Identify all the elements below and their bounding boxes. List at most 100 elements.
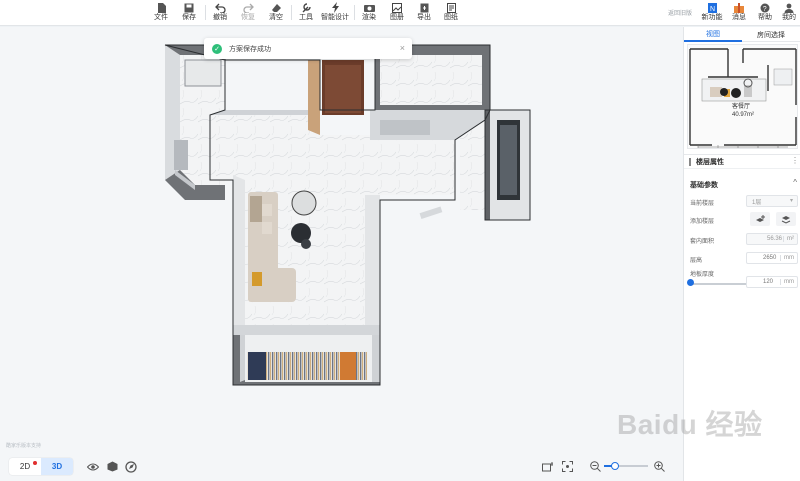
new-features-label: 新功能 (701, 14, 723, 21)
floor-height-input[interactable]: 2650 mm (746, 252, 798, 264)
smart-design-label: 智能设计 (321, 14, 349, 21)
export-icon (418, 2, 430, 13)
cube-icon[interactable] (106, 460, 119, 473)
tools-button[interactable]: 工具 (291, 2, 321, 24)
current-floor-select[interactable]: 1层 ▾ (746, 195, 798, 207)
help-icon: ? (759, 2, 771, 13)
zoom-in-icon[interactable] (653, 460, 666, 473)
my-account-button[interactable]: 我的 (774, 2, 800, 24)
zoom-slider-thumb[interactable] (611, 462, 619, 470)
add-floor-down-icon (781, 215, 790, 224)
tab-room-select[interactable]: 房间选择 (742, 27, 800, 42)
slab-thickness-value: 120 (763, 279, 774, 285)
tools-label: 工具 (299, 14, 313, 21)
zoom-out-icon[interactable] (589, 460, 602, 473)
redo-button[interactable]: 恢复 (233, 2, 263, 24)
new-feature-icon: N (706, 2, 718, 13)
mode-2d-button[interactable]: 2D (9, 458, 41, 475)
drawing-label: 图纸 (444, 14, 458, 21)
floor-height-unit: mm (780, 255, 794, 261)
album-button[interactable]: 图册 (382, 2, 412, 24)
eye-icon[interactable] (86, 460, 99, 473)
zoom-slider[interactable] (604, 462, 648, 470)
album-icon (391, 2, 403, 13)
save-success-toast: ✓ 方案保存成功 × (204, 38, 412, 59)
lightning-icon (329, 2, 341, 13)
mode-2d-label: 2D (19, 462, 31, 471)
undo-button[interactable]: 撤销 (205, 2, 235, 24)
version-hint: 酷家乐版本支持 (6, 443, 42, 449)
file-icon (155, 2, 167, 13)
smart-design-button[interactable]: 智能设计 (319, 2, 351, 24)
slab-thickness-thumb[interactable] (687, 279, 694, 286)
user-icon (783, 2, 795, 13)
minimap[interactable]: 客餐厅 40.97m² (687, 44, 798, 149)
check-circle-icon: ✓ (212, 43, 222, 54)
view-mode-toggle: 2D 3D (9, 458, 73, 475)
messages-label: 消息 (732, 14, 746, 21)
fit-view-icon[interactable] (561, 460, 574, 473)
current-floor-value: 1层 (752, 199, 762, 206)
basic-params-title: 基础参数 (690, 182, 718, 189)
album-label: 图册 (390, 14, 404, 21)
svg-text:?: ? (763, 6, 767, 13)
file-label: 文件 (154, 14, 168, 21)
close-icon[interactable]: × (400, 43, 405, 53)
save-button[interactable]: 保存 (174, 2, 204, 24)
mode-3d-button[interactable]: 3D (41, 458, 73, 475)
save-icon (183, 2, 195, 13)
add-floor-up-icon (755, 214, 765, 222)
drawing-button[interactable]: 图纸 (436, 2, 466, 24)
wrench-icon (300, 2, 312, 13)
render-label: 渲染 (362, 14, 376, 21)
export-button[interactable]: 导出 (409, 2, 439, 24)
tab-view[interactable]: 视图 (684, 27, 742, 42)
slab-thickness-slider[interactable] (690, 283, 752, 285)
undo-icon (214, 2, 226, 13)
compass-icon[interactable] (124, 460, 137, 473)
drawing-icon (445, 2, 457, 13)
gift-icon (733, 2, 745, 13)
floor-height-value: 2650 (763, 255, 777, 261)
header-accent (689, 157, 691, 166)
bottom-toolbar: 2D 3D (0, 452, 683, 481)
floor-properties-header: 楼层属性 ⋮ (684, 154, 800, 169)
indoor-area-field: 56.36 m² (746, 233, 798, 245)
old-version-link[interactable]: 返回旧版 (668, 8, 692, 17)
screenshot-icon[interactable] (541, 460, 554, 473)
file-button[interactable]: 文件 (146, 2, 176, 24)
eraser-icon (270, 2, 282, 13)
slab-thickness-input[interactable]: 120 mm (746, 276, 798, 288)
minimap-room-name: 客餐厅 (732, 102, 750, 110)
clear-button[interactable]: 清空 (261, 2, 291, 24)
camera-icon (363, 2, 375, 13)
indoor-area-unit: m² (783, 236, 794, 242)
baidu-watermark: Baidu 经验 (617, 409, 763, 440)
design-canvas[interactable]: ✓ 方案保存成功 × (0, 27, 683, 452)
undo-label: 撤销 (213, 14, 227, 21)
current-floor-label: 当前楼层 (690, 201, 715, 207)
save-label: 保存 (182, 14, 196, 21)
view-tabs: 视图 房间选择 (684, 27, 800, 42)
minimap-plan: 客餐厅 40.97m² (688, 45, 797, 148)
export-label: 导出 (417, 14, 431, 21)
clear-label: 清空 (269, 14, 283, 21)
render-button[interactable]: 渲染 (354, 2, 384, 24)
new-features-button[interactable]: N 新功能 (697, 2, 727, 24)
indoor-area-label: 套内面积 (690, 239, 715, 245)
add-floor-below-button[interactable] (776, 212, 796, 226)
round-table (291, 190, 317, 216)
toast-message: 方案保存成功 (229, 45, 271, 53)
help-label: 帮助 (758, 14, 772, 21)
floor-properties-title: 楼层属性 (696, 158, 724, 166)
minimap-room-area: 40.97m² (732, 112, 754, 118)
redo-icon (242, 2, 254, 13)
chevron-up-icon[interactable]: ^ (793, 178, 797, 187)
slab-thickness-label: 地板厚度 (690, 272, 715, 278)
my-account-label: 我的 (782, 14, 796, 21)
add-floor-above-button[interactable] (750, 212, 770, 226)
notification-dot (33, 461, 37, 465)
add-floor-label: 添加楼层 (690, 219, 715, 225)
more-icon[interactable]: ⋮ (791, 156, 799, 165)
floor-plan-3d[interactable] (0, 27, 683, 452)
